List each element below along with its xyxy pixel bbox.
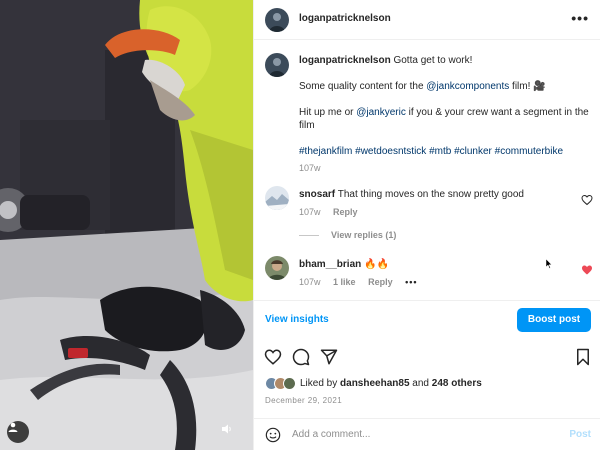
bookmark-icon[interactable]: [574, 348, 592, 366]
view-insights-link[interactable]: View insights: [265, 314, 329, 325]
boost-post-button[interactable]: Boost post: [517, 308, 591, 332]
comment-composer: Add a comment... Post: [254, 418, 600, 450]
video-frame: [0, 0, 253, 450]
caption-text: film! 🎥: [509, 81, 546, 92]
avatar[interactable]: [265, 186, 289, 210]
divider: [299, 234, 319, 236]
post-header: loganpatricknelson •••: [254, 0, 600, 40]
more-options-icon[interactable]: •••: [571, 10, 589, 26]
tag-user-icon: [8, 422, 18, 432]
comment-body: 🔥🔥: [364, 259, 389, 270]
heart-icon[interactable]: [581, 264, 593, 276]
hashtags[interactable]: #thejankfilm #wetdoesntstick #mtb #clunk…: [299, 146, 563, 157]
caption-username[interactable]: loganpatricknelson: [299, 55, 391, 66]
volume-icon: [222, 424, 231, 434]
comment-meta: 107w 1 like Reply •••: [299, 277, 428, 287]
caption-text: Hit up me or: [299, 107, 357, 118]
heart-icon[interactable]: [264, 348, 282, 366]
share-icon[interactable]: [320, 348, 338, 366]
caption-body: loganpatricknelson Gotta get to work! So…: [299, 54, 589, 175]
likes-summary[interactable]: Liked by dansheehan85 and 248 others: [265, 377, 482, 390]
avatar[interactable]: [265, 53, 289, 77]
reply-button[interactable]: Reply: [368, 277, 393, 287]
comment-input[interactable]: Add a comment...: [292, 429, 370, 440]
comment-age: 107w: [299, 207, 321, 217]
post-comment-button[interactable]: Post: [569, 429, 591, 440]
caption-line: Gotta get to work!: [393, 55, 473, 66]
caption-age: 107w: [299, 163, 321, 173]
post-date: December 29, 2021: [265, 396, 343, 405]
heart-icon[interactable]: [581, 194, 593, 206]
comment-icon[interactable]: [292, 348, 310, 366]
mention-link[interactable]: @jankcomponents: [426, 81, 509, 92]
comment-username[interactable]: snosarf: [299, 189, 335, 200]
likes-text: Liked by dansheehan85 and 248 others: [300, 378, 482, 389]
avatar[interactable]: [265, 8, 289, 32]
more-options-icon[interactable]: •••: [405, 277, 417, 287]
comment-likes[interactable]: 1 like: [333, 277, 356, 287]
likes-prefix: Liked by: [300, 378, 341, 389]
emoji-icon[interactable]: [265, 427, 281, 443]
comment-body: That thing moves on the snow pretty good: [337, 189, 524, 200]
liker-username[interactable]: dansheehan85: [340, 378, 409, 389]
mention-link[interactable]: @jankyeric: [356, 107, 406, 118]
action-bar: [254, 344, 600, 370]
post-details-panel: loganpatricknelson ••• loganpatricknelso…: [253, 0, 600, 450]
post-author-username[interactable]: loganpatricknelson: [299, 13, 391, 24]
comment-username[interactable]: bham__brian: [299, 259, 361, 270]
likes-count[interactable]: 248 others: [432, 378, 482, 389]
tag-user-button[interactable]: [7, 421, 29, 443]
comment-meta: 107w Reply: [299, 207, 368, 217]
view-replies-label: View replies (1): [331, 230, 397, 240]
avatar[interactable]: [265, 256, 289, 280]
comment-text: snosarf That thing moves on the snow pre…: [299, 189, 524, 200]
volume-button[interactable]: [221, 423, 239, 441]
post-media[interactable]: [0, 0, 253, 450]
view-replies-button[interactable]: View replies (1): [299, 230, 396, 240]
comment-age: 107w: [299, 277, 321, 287]
mouse-cursor-icon: [546, 259, 552, 269]
insights-bar: View insights Boost post: [254, 300, 600, 340]
reply-button[interactable]: Reply: [333, 207, 358, 217]
likes-conj: and: [409, 378, 432, 389]
caption-text: Some quality content for the: [299, 81, 427, 92]
comment-text: bham__brian 🔥🔥: [299, 259, 389, 270]
avatar: [283, 377, 296, 390]
